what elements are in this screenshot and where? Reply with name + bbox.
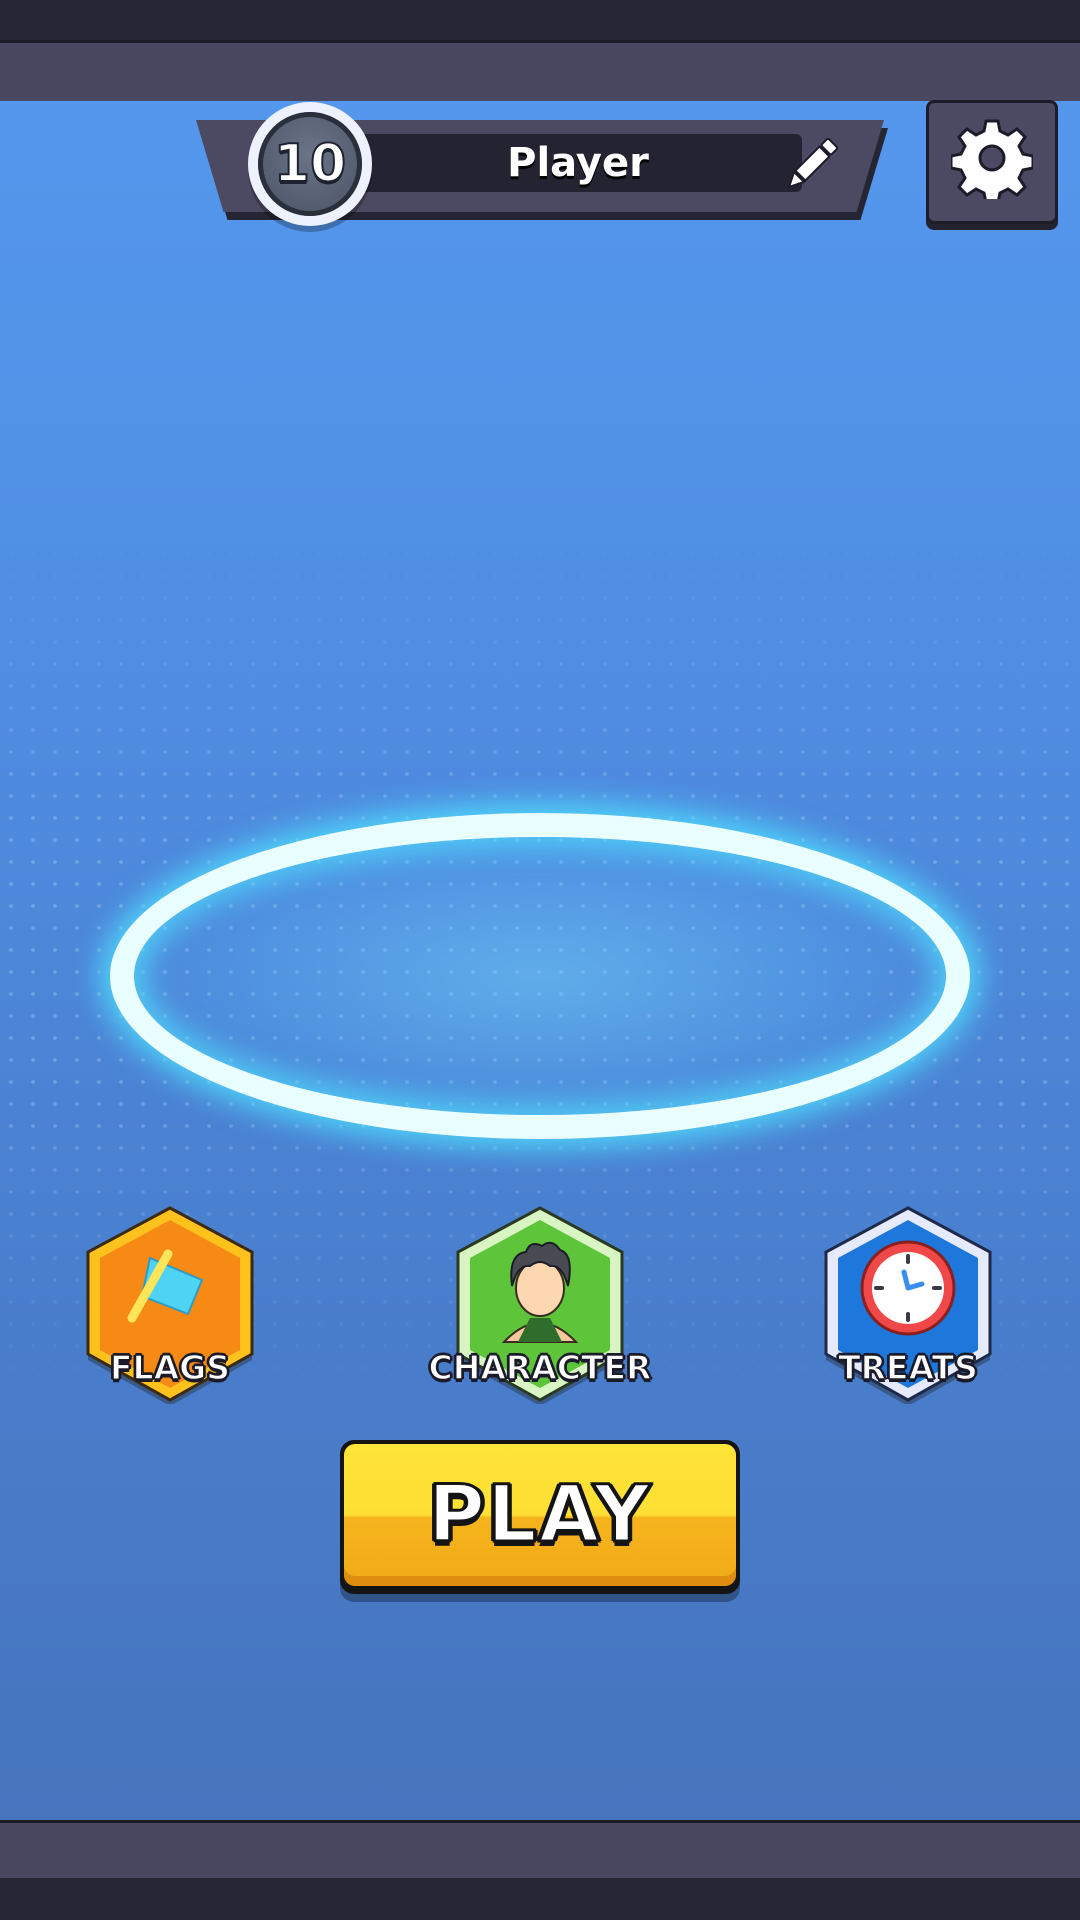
settings-button[interactable] [926,100,1058,224]
clock-icon [860,1240,956,1336]
flag-icon [127,1249,204,1323]
level-badge: 10 [248,102,372,226]
top-bar [0,40,1080,104]
treats-label: TREATS [837,1347,978,1388]
navigation-strip [0,1878,1080,1920]
character-button[interactable]: CHARACTER [428,1204,652,1404]
play-button[interactable]: PLAY [340,1440,740,1594]
bottom-bar [0,1820,1080,1881]
player-level: 10 [273,133,347,195]
character-platform-ring [110,813,970,1139]
flags-button[interactable]: FLAGS [80,1204,260,1404]
pencil-icon[interactable] [778,132,844,198]
play-label: PLAY [426,1469,653,1562]
character-label: CHARACTER [428,1347,653,1388]
player-name[interactable]: Player [338,134,818,192]
play-button-face: PLAY [344,1444,736,1586]
flags-label: FLAGS [109,1347,230,1388]
character-icon [501,1241,579,1343]
treats-button[interactable]: TREATS [818,1204,998,1404]
gear-icon [951,119,1033,199]
level-badge-inner: 10 [258,112,362,216]
status-strip [0,0,1080,40]
